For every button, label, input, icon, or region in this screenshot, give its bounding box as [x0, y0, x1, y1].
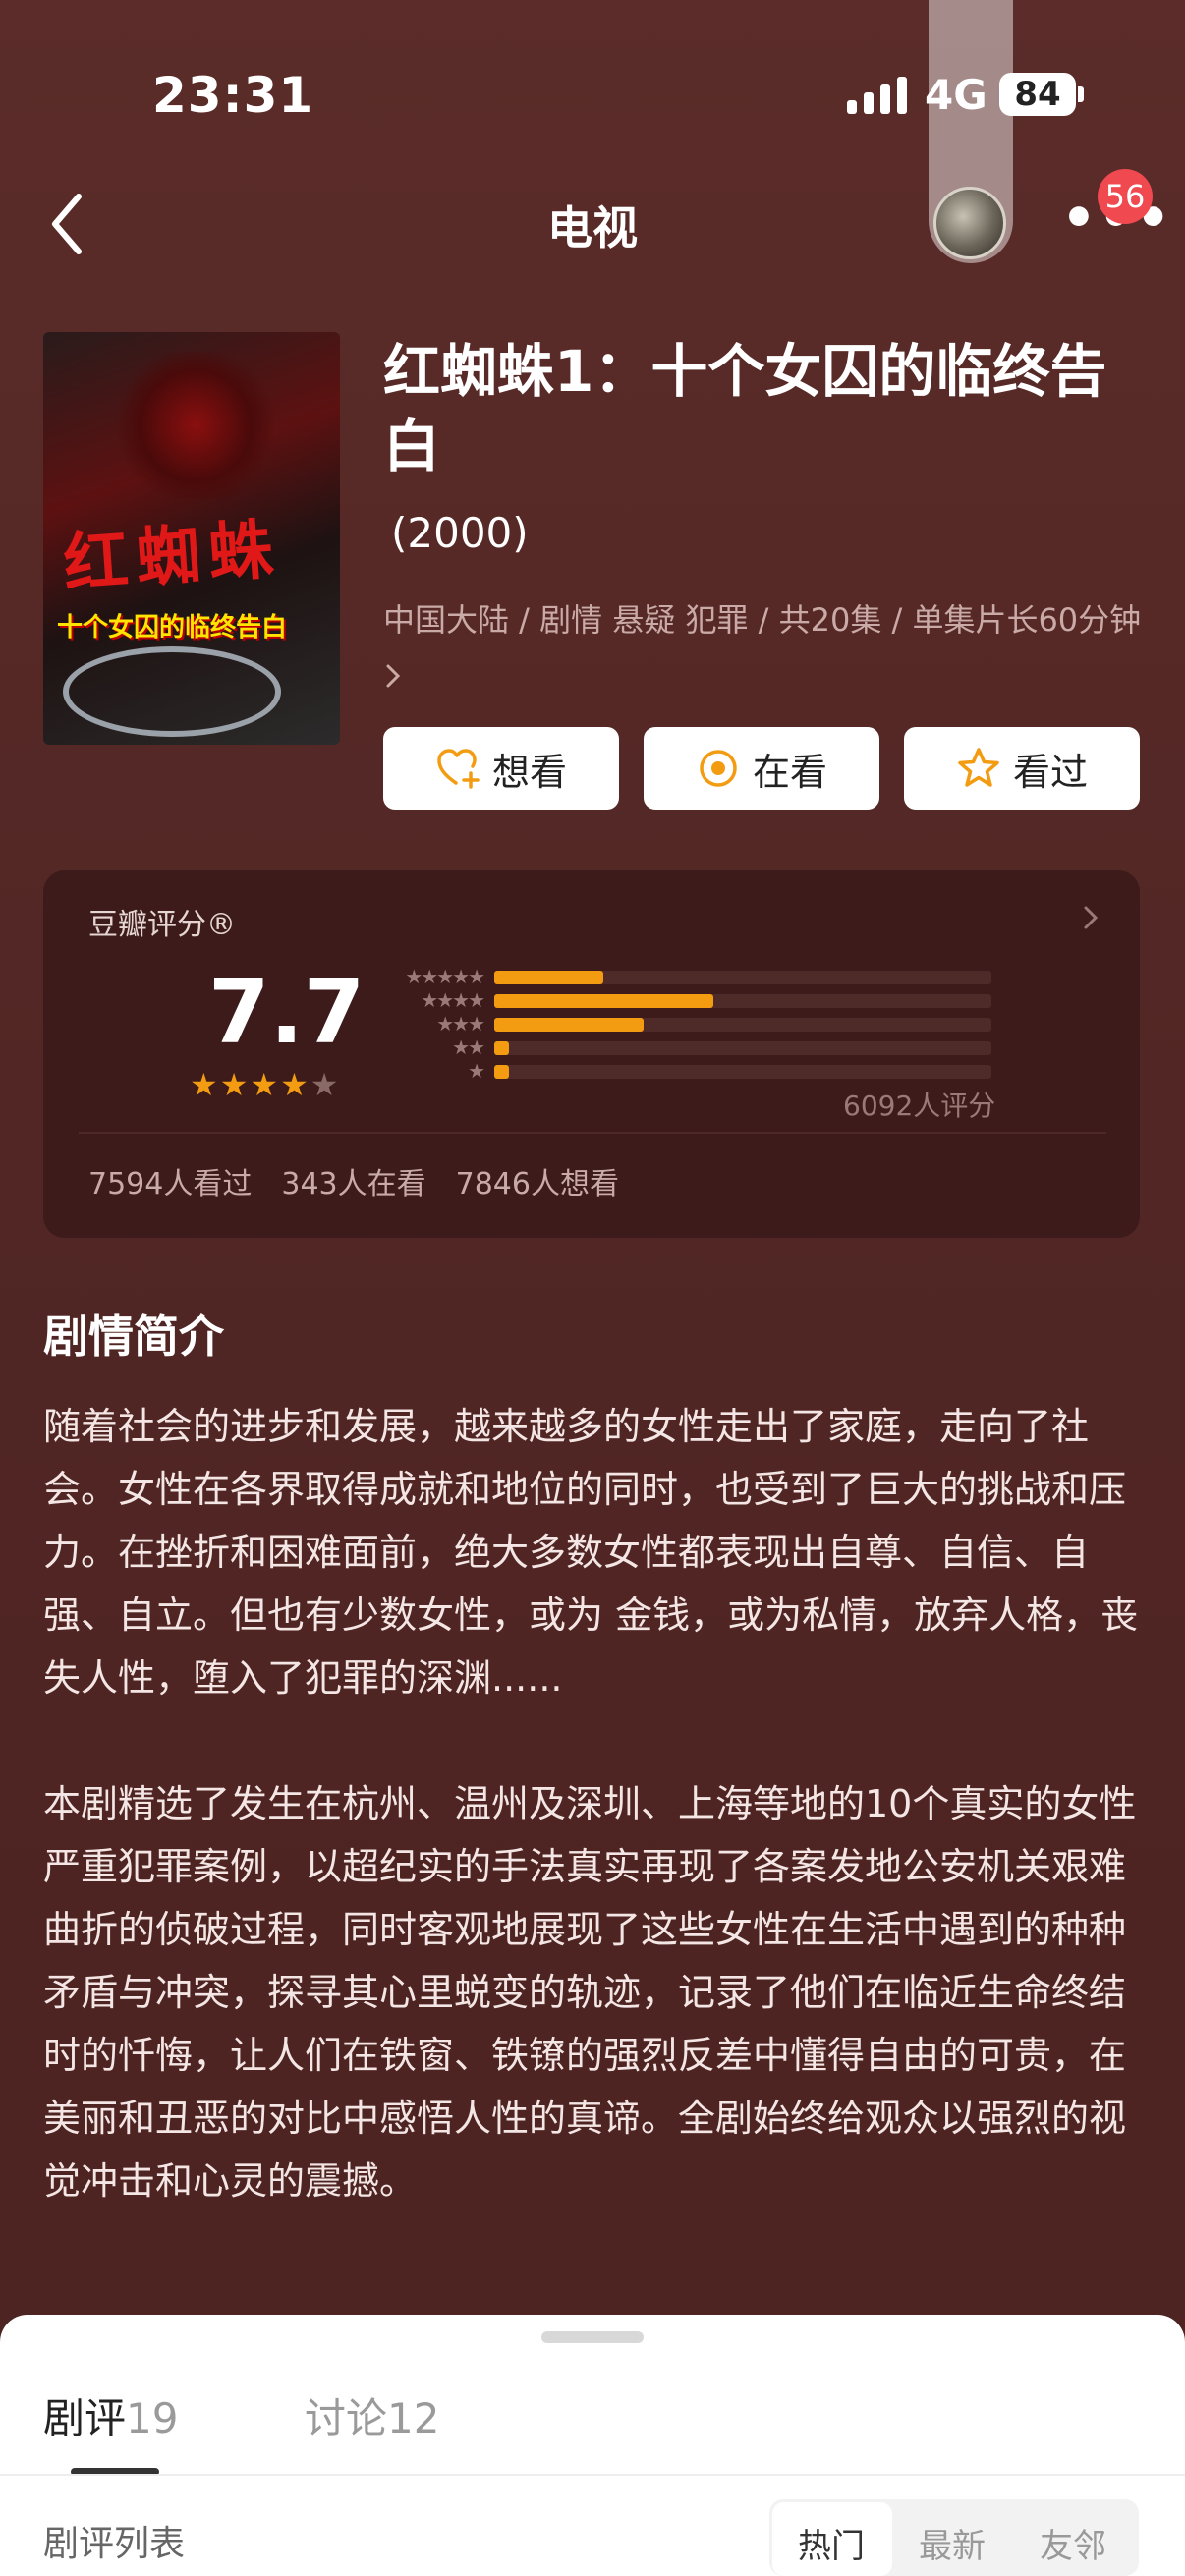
distribution-bar-fill: [494, 1018, 644, 1032]
watched-count[interactable]: 7594人看过: [88, 1159, 252, 1203]
distribution-bar: [494, 1041, 991, 1055]
tab-discussions[interactable]: 讨论12: [305, 2385, 439, 2445]
battery-tip: [1078, 86, 1084, 102]
watch-stats: 7594人看过 343人在看 7846人想看: [88, 1159, 619, 1203]
page-title: 电视: [547, 201, 638, 254]
synopsis-paragraph: 本剧精选了发生在杭州、温州及深圳、上海等地的10个真实的女性严重犯罪案例，以超纪…: [43, 1782, 1137, 2203]
watched-button[interactable]: 看过: [904, 727, 1140, 810]
sort-latest-button[interactable]: 最新: [919, 2519, 986, 2567]
chevron-right-icon[interactable]: [1079, 902, 1102, 933]
poster-image[interactable]: 红蜘蛛 十个女囚的临终告白: [43, 332, 340, 745]
notification-badge: 56: [1098, 169, 1153, 224]
target-icon: [700, 750, 737, 787]
rating-score: 7.7: [208, 961, 366, 1064]
five-star-label: ★★★★★: [405, 965, 485, 988]
movie-title: 红蜘蛛1：十个女囚的临终告白: [383, 338, 1107, 479]
poster-title: 红蜘蛛: [60, 510, 284, 602]
tab-reviews-label: 剧评: [43, 2394, 127, 2442]
synopsis-text: 随着社会的进步和发展，越来越多的女性走出了家庭，走向了社会。女性在各界取得成就和…: [43, 1395, 1144, 2275]
rating-label: 豆瓣评分®: [88, 908, 236, 942]
status-time: 23:31: [152, 67, 314, 124]
synopsis-title: 剧情简介: [43, 1310, 224, 1363]
movie-year: (2000): [391, 509, 529, 557]
want-to-watch-label: 想看: [491, 750, 567, 794]
distribution-bar-fill: [494, 1065, 510, 1079]
divider: [0, 2474, 1185, 2476]
tab-discussions-label: 讨论: [305, 2394, 388, 2442]
four-star-label: ★★★★: [421, 988, 485, 1012]
distribution-bar: [494, 994, 991, 1008]
sort-friends-button[interactable]: 友邻: [1040, 2519, 1106, 2567]
tab-discussions-count: 12: [387, 2394, 440, 2442]
watching-button[interactable]: 在看: [644, 727, 879, 810]
distribution-bar: [494, 971, 991, 984]
movie-meta-text: 中国大陆 / 剧情 悬疑 犯罪 / 共20集 / 单集片长60分钟: [383, 601, 1142, 639]
tab-reviews-count: 19: [126, 2394, 179, 2442]
spider-graphic: [112, 352, 279, 499]
distribution-star-labels: ★★★★★ ★★★★ ★★★ ★★ ★: [375, 965, 485, 1083]
watching-label: 在看: [752, 750, 827, 794]
rating-stars: ★ ★ ★ ★ ★: [190, 1069, 338, 1100]
chevron-right-icon: [386, 664, 401, 688]
three-star-label: ★★★: [436, 1012, 485, 1036]
rating-distribution: [494, 971, 991, 1089]
tab-reviews[interactable]: 剧评19: [43, 2385, 178, 2445]
one-star-label: ★: [468, 1059, 485, 1083]
rating-count: 6092人评分: [843, 1090, 996, 1122]
distribution-bar-fill: [494, 971, 604, 984]
poster-subtitle: 十个女囚的临终告白: [57, 613, 288, 643]
watched-label: 看过: [1012, 750, 1088, 794]
star-icon: ★: [219, 1066, 249, 1103]
cellular-signal-icon: [847, 75, 907, 114]
two-star-label: ★★: [452, 1036, 485, 1059]
distribution-bar-fill: [494, 1041, 510, 1055]
star-outline-icon: [958, 748, 999, 787]
star-icon: ★: [190, 1066, 218, 1103]
handcuffs-graphic: [63, 646, 281, 737]
heart-plus-icon: [437, 749, 480, 789]
synopsis-paragraph: 随着社会的进步和发展，越来越多的女性走出了家庭，走向了社会。女性在各界取得成就和…: [43, 1405, 1139, 1700]
distribution-bar: [494, 1018, 991, 1032]
divider: [79, 1132, 1106, 1134]
distribution-bar: [494, 1065, 991, 1079]
watching-count[interactable]: 343人在看: [281, 1159, 425, 1203]
want-to-watch-button[interactable]: 想看: [383, 727, 619, 810]
drag-handle[interactable]: [541, 2331, 644, 2343]
want-count[interactable]: 7846人想看: [456, 1159, 619, 1203]
star-icon: ★: [280, 1066, 309, 1103]
star-icon: ★: [250, 1066, 279, 1103]
sort-hot-button[interactable]: 热门: [798, 2519, 865, 2567]
distribution-bar-fill: [494, 994, 713, 1008]
star-icon: ★: [310, 1066, 339, 1103]
movie-meta[interactable]: 中国大陆 / 剧情 悬疑 犯罪 / 共20集 / 单集片长60分钟: [383, 592, 1159, 702]
review-list-title: 剧评列表: [43, 2524, 186, 2564]
